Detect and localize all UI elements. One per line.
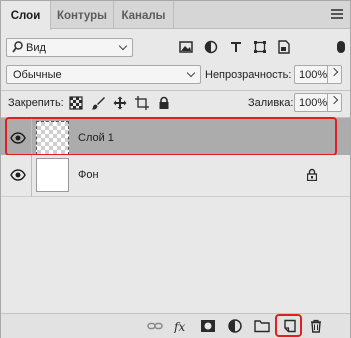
lock-all-icon[interactable] — [157, 96, 171, 110]
selected-layer-highlight — [5, 117, 337, 156]
lock-position-icon[interactable] — [113, 96, 127, 110]
filter-toggle[interactable] — [337, 41, 345, 53]
panel-menu-icon[interactable] — [331, 9, 343, 19]
lock-label: Закрепить: — [8, 97, 64, 109]
new-layer-highlight — [275, 314, 302, 337]
layers-panel: Слои Контуры Каналы Вид Обычные Непрозра… — [0, 0, 351, 338]
shape-filter-icon[interactable] — [253, 40, 267, 54]
lock-artboard-icon[interactable] — [135, 96, 149, 110]
layer-row-background[interactable]: Фон — [1, 155, 350, 197]
search-icon — [12, 41, 23, 56]
visibility-separator — [31, 155, 32, 197]
chevron-right-icon — [329, 95, 339, 105]
blend-mode-select[interactable]: Обычные — [6, 65, 201, 84]
lock-transparent-icon[interactable] — [69, 96, 83, 110]
folder-icon[interactable] — [254, 319, 270, 333]
fx-icon[interactable]: fx — [173, 319, 189, 333]
eye-icon[interactable] — [10, 169, 26, 181]
opacity-input[interactable]: 100% — [294, 65, 327, 84]
tab-layers[interactable]: Слои — [1, 1, 51, 30]
divider — [1, 90, 350, 91]
adjustment-filter-icon[interactable] — [204, 40, 218, 54]
lock-icon[interactable] — [307, 168, 317, 181]
tab-channels[interactable]: Каналы — [114, 1, 174, 29]
blend-mode-label: Обычные — [13, 69, 62, 81]
lock-image-icon[interactable] — [91, 96, 105, 110]
layer-name[interactable]: Фон — [78, 169, 99, 181]
chevron-right-icon — [329, 67, 339, 77]
adjustment-layer-icon[interactable] — [227, 319, 243, 333]
tab-paths[interactable]: Контуры — [51, 1, 114, 29]
type-filter-icon[interactable] — [229, 40, 243, 54]
chevron-down-icon — [118, 41, 128, 51]
opacity-dropdown-button[interactable] — [327, 65, 342, 84]
filter-kind-select[interactable]: Вид — [6, 38, 133, 57]
tab-bar: Слои Контуры Каналы — [1, 1, 350, 30]
fill-label: Заливка: — [248, 97, 294, 109]
smart-object-filter-icon[interactable] — [277, 40, 291, 54]
fill-dropdown-button[interactable] — [327, 93, 342, 112]
fill-input[interactable]: 100% — [294, 93, 327, 112]
mask-icon[interactable] — [200, 319, 216, 333]
layer-thumbnail[interactable] — [36, 158, 69, 192]
opacity-label: Непрозрачность: — [205, 69, 292, 81]
chevron-down-icon — [186, 68, 196, 78]
svg-text:fx: fx — [173, 320, 185, 333]
pixel-filter-icon[interactable] — [179, 40, 193, 54]
link-layers-icon[interactable] — [147, 319, 163, 333]
trash-icon[interactable] — [308, 319, 324, 333]
filter-kind-label: Вид — [26, 42, 46, 54]
